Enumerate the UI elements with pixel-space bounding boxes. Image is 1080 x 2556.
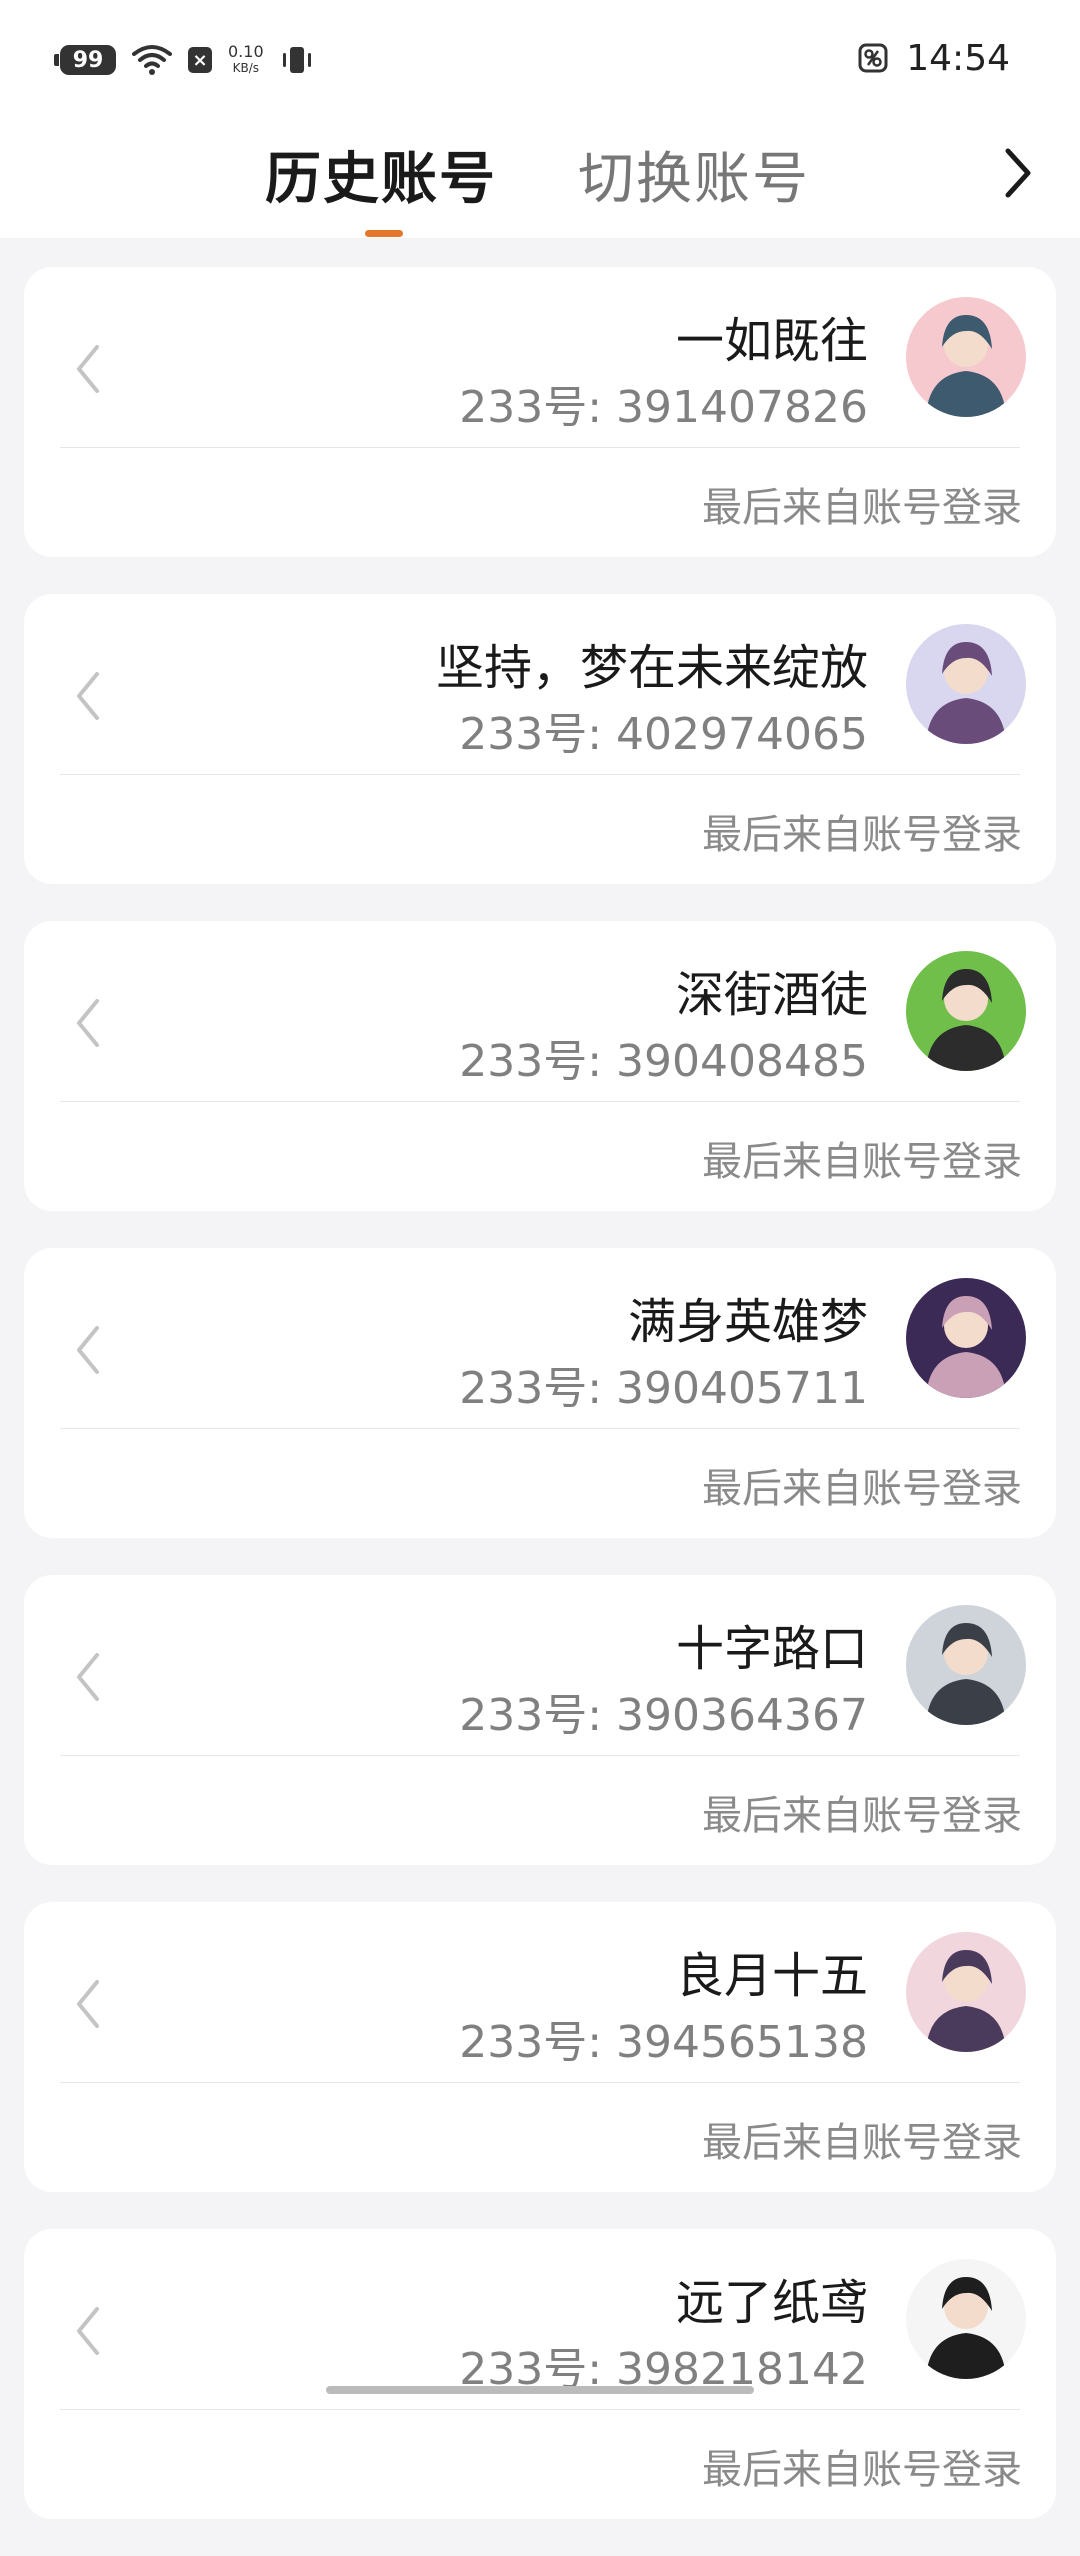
card-divider [60, 2082, 1020, 2083]
account-list: 一如既往 233号: 391407826 最后来自账号登录 坚持，梦在未来绽放 … [24, 267, 1056, 2556]
tab-history-accounts[interactable]: 历史账号 [265, 134, 497, 215]
last-login-note: 最后来自账号登录 [702, 1793, 1022, 1839]
screenshot-icon [858, 43, 888, 73]
card-divider [60, 774, 1020, 775]
status-icons-right: 14:54 [858, 34, 1010, 82]
account-card[interactable]: 十字路口 233号: 390364367 最后来自账号登录 [24, 1575, 1056, 1865]
vibrate-icon [280, 45, 314, 75]
avatar [906, 2259, 1026, 2379]
card-divider [60, 1755, 1020, 1756]
account-id: 233号: 394565138 [459, 2017, 868, 2068]
chevron-left-icon [68, 1964, 108, 2044]
chevron-left-icon [68, 329, 108, 409]
chevron-left-icon [68, 656, 108, 736]
card-divider [60, 447, 1020, 448]
status-icons-left: 99 × 0.10 KB/s [54, 36, 314, 84]
avatar [906, 1605, 1026, 1725]
account-card[interactable]: 一如既往 233号: 391407826 最后来自账号登录 [24, 267, 1056, 557]
account-card[interactable]: 满身英雄梦 233号: 390405711 最后来自账号登录 [24, 1248, 1056, 1538]
last-login-note: 最后来自账号登录 [702, 1466, 1022, 1512]
account-id: 233号: 402974065 [459, 709, 868, 760]
chevron-left-icon [68, 1637, 108, 1717]
account-id: 233号: 391407826 [459, 382, 868, 433]
forward-button[interactable] [988, 138, 1048, 208]
status-bar: 99 × 0.10 KB/s 14:54 [0, 0, 1080, 120]
avatar [906, 624, 1026, 744]
last-login-note: 最后来自账号登录 [702, 2447, 1022, 2493]
card-divider [60, 1428, 1020, 1429]
battery-icon: 99 [54, 45, 116, 75]
account-name: 深街酒徒 [675, 967, 868, 1023]
card-divider [60, 2409, 1020, 2410]
account-name: 远了纸鸢 [675, 2275, 868, 2331]
avatar [906, 1932, 1026, 2052]
last-login-note: 最后来自账号登录 [702, 1139, 1022, 1185]
last-login-note: 最后来自账号登录 [702, 812, 1022, 858]
network-speed: 0.10 KB/s [228, 44, 264, 76]
account-name: 良月十五 [675, 1948, 868, 2004]
header: 历史账号 切换账号 [0, 120, 1080, 238]
account-card[interactable]: 良月十五 233号: 394565138 最后来自账号登录 [24, 1902, 1056, 2192]
chevron-left-icon [68, 1310, 108, 1390]
avatar [906, 297, 1026, 417]
no-sim-icon: × [188, 47, 212, 73]
card-divider [60, 1101, 1020, 1102]
last-login-note: 最后来自账号登录 [702, 485, 1022, 531]
account-name: 一如既往 [675, 313, 868, 369]
account-card[interactable]: 深街酒徒 233号: 390408485 最后来自账号登录 [24, 921, 1056, 1211]
avatar [906, 1278, 1026, 1398]
last-login-note: 最后来自账号登录 [702, 2120, 1022, 2166]
home-indicator[interactable] [326, 2386, 754, 2394]
chevron-right-icon [1005, 148, 1031, 198]
account-id: 233号: 390405711 [459, 1363, 868, 1414]
account-name: 满身英雄梦 [627, 1294, 868, 1350]
avatar [906, 951, 1026, 1071]
tab-indicator [365, 230, 403, 237]
account-id: 233号: 390408485 [459, 1036, 868, 1087]
account-name: 坚持，梦在未来绽放 [435, 640, 868, 696]
account-name: 十字路口 [675, 1621, 868, 1677]
battery-level: 99 [72, 47, 104, 73]
wifi-icon [132, 44, 172, 76]
account-card[interactable]: 坚持，梦在未来绽放 233号: 402974065 最后来自账号登录 [24, 594, 1056, 884]
network-speed-unit: KB/s [232, 61, 260, 75]
account-card[interactable]: 远了纸鸢 233号: 398218142 最后来自账号登录 [24, 2229, 1056, 2519]
account-id: 233号: 390364367 [459, 1690, 868, 1741]
network-speed-value: 0.10 [228, 42, 264, 61]
clock: 14:54 [906, 37, 1010, 79]
chevron-left-icon [68, 2291, 108, 2371]
chevron-left-icon [68, 983, 108, 1063]
tab-switch-account[interactable]: 切换账号 [578, 134, 810, 215]
